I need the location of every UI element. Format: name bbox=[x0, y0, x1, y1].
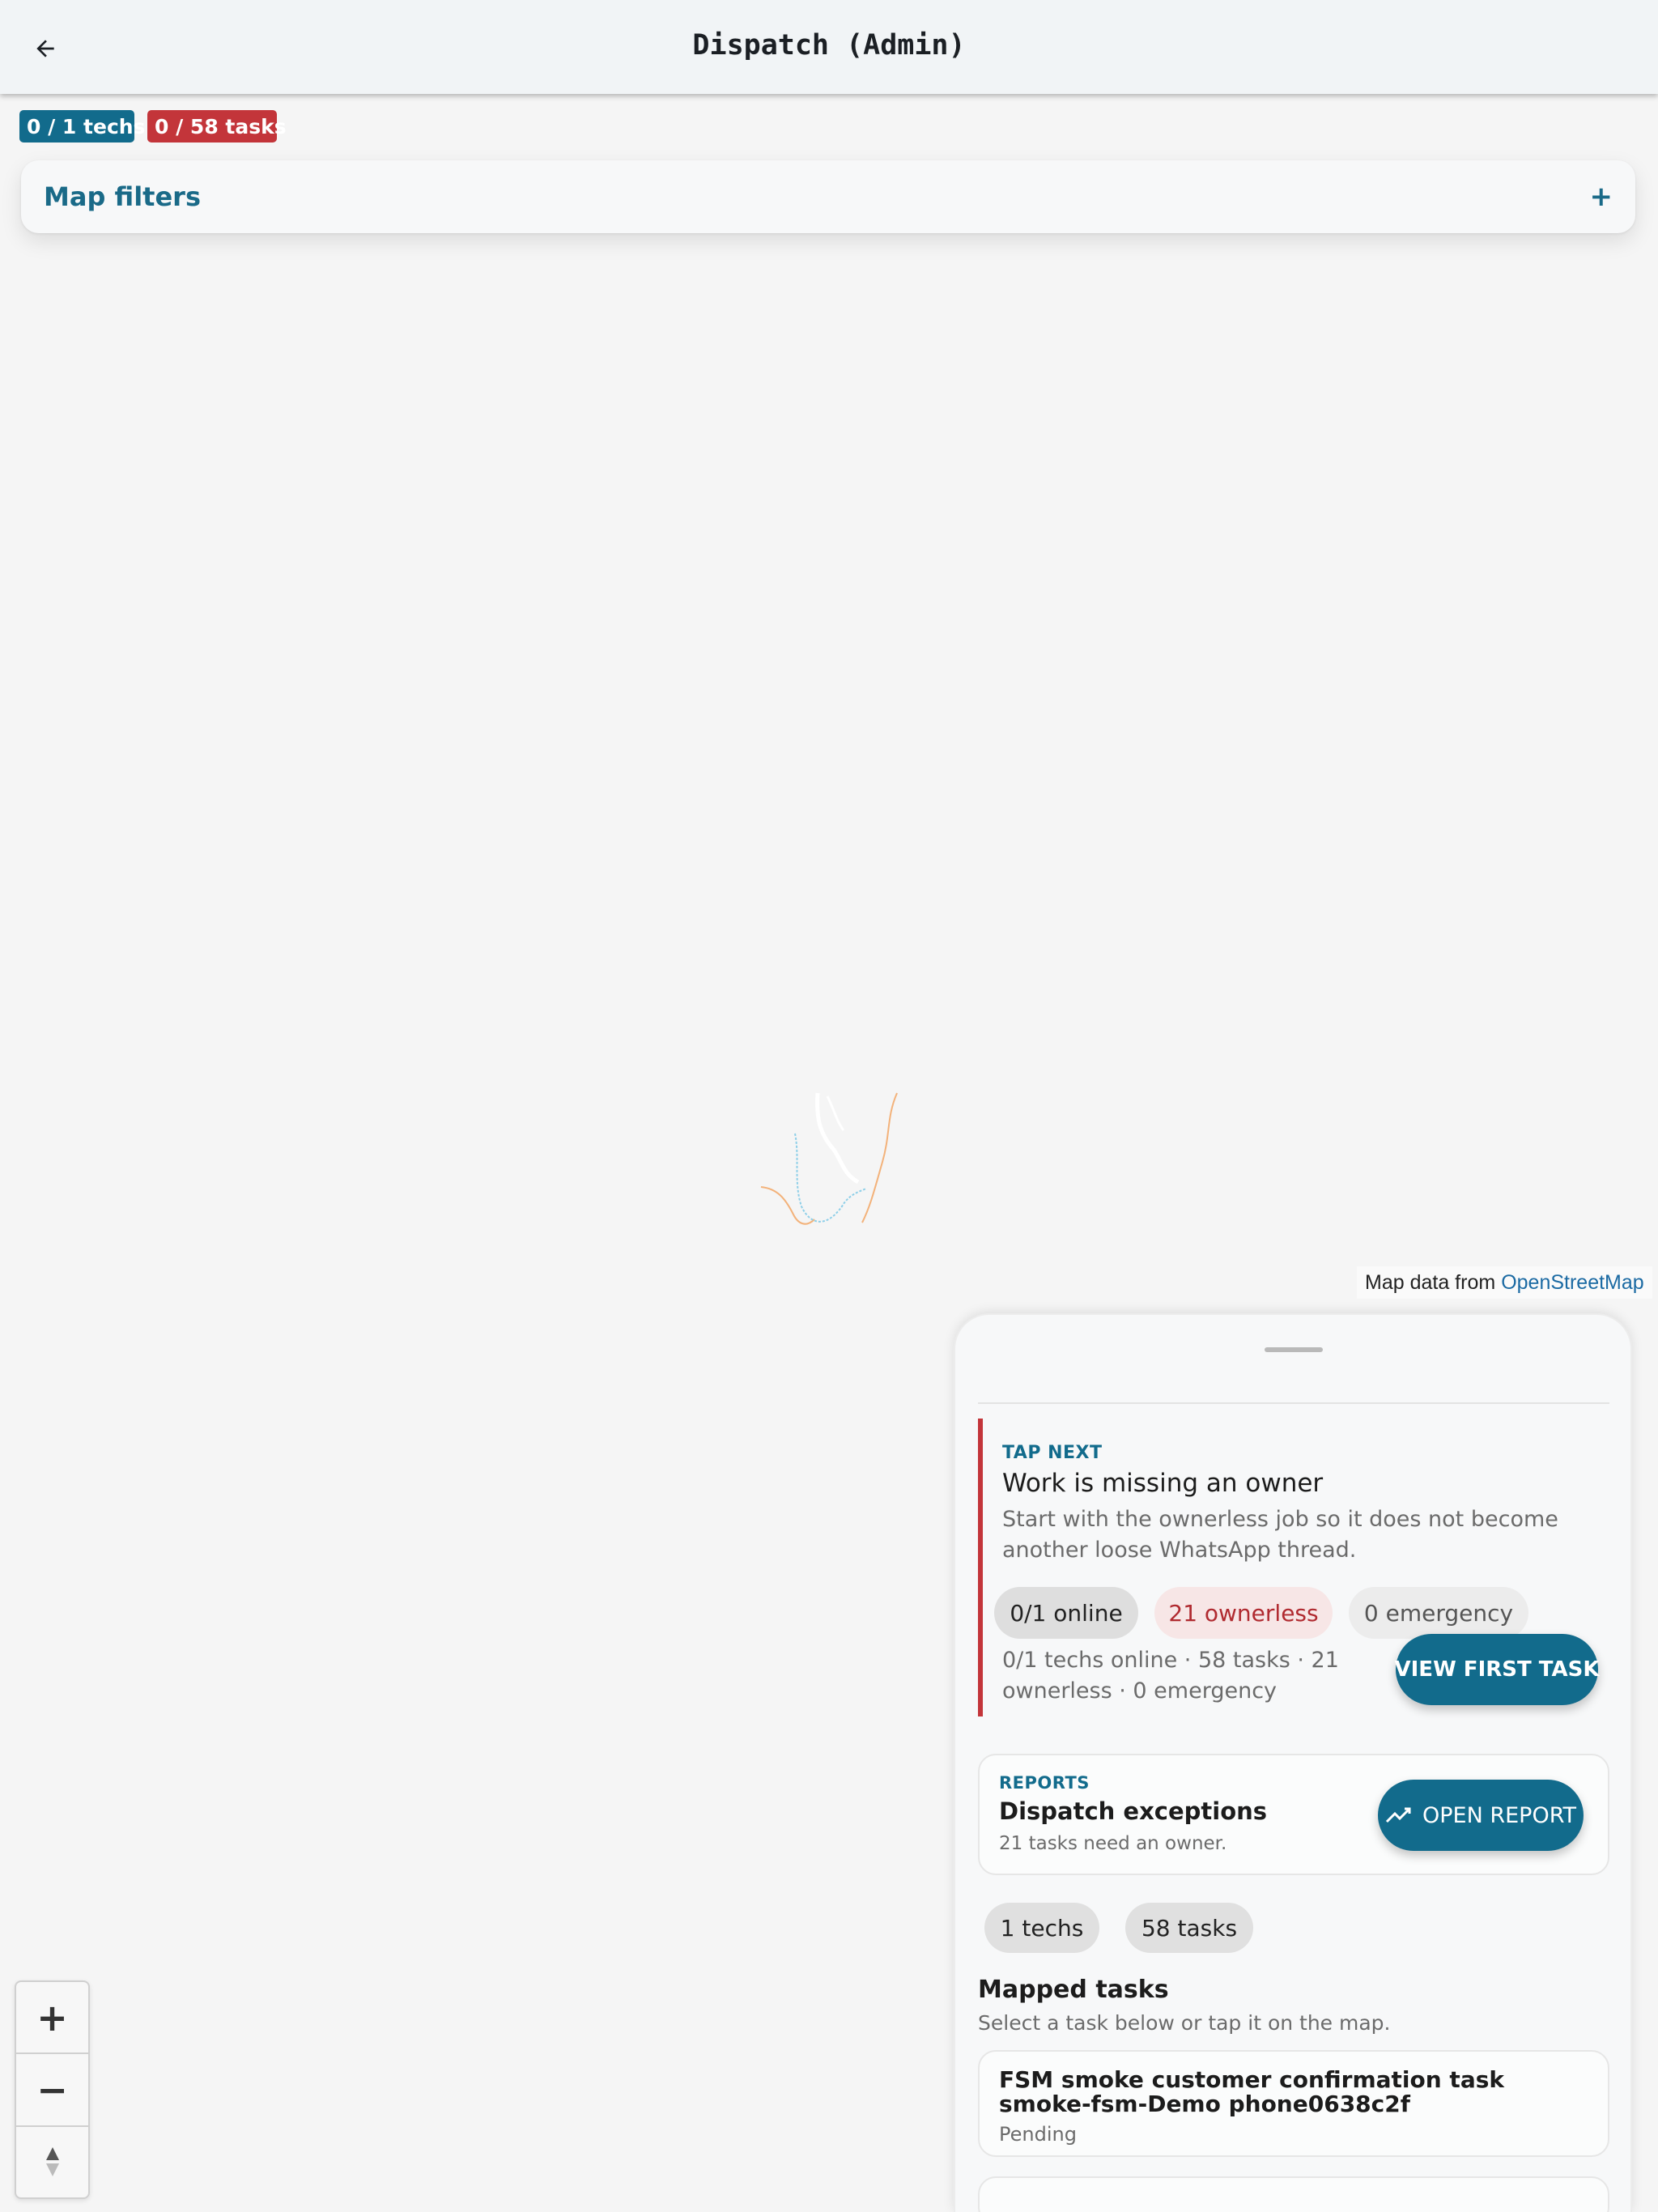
map-road-secondary bbox=[861, 1092, 898, 1223]
map-attribution: Map data from OpenStreetMap bbox=[1357, 1266, 1652, 1299]
next-eyebrow: TAP NEXT bbox=[1002, 1443, 1103, 1463]
next-summary: 0/1 techs online · 58 tasks · 21 ownerle… bbox=[1002, 1648, 1339, 1704]
ownerless-chip[interactable]: 21 ownerless bbox=[1154, 1587, 1333, 1639]
map-canvas[interactable] bbox=[753, 1085, 915, 1239]
sheet-drag-handle[interactable] bbox=[1265, 1347, 1323, 1352]
map-filters-accordion[interactable]: Map filters + bbox=[21, 160, 1635, 233]
task-list-item[interactable]: FSM smoke customer confirmation task smo… bbox=[978, 2050, 1609, 2157]
next-title: Work is missing an owner bbox=[1002, 1469, 1324, 1498]
techs-filter-chip[interactable]: 1 techs bbox=[984, 1903, 1099, 1953]
map-road-main bbox=[815, 1092, 860, 1185]
mapped-tasks-subtitle: Select a task below or tap it on the map… bbox=[978, 2011, 1391, 2035]
online-chip[interactable]: 0/1 online bbox=[994, 1587, 1138, 1639]
next-action-card: TAP NEXT Work is missing an owner Start … bbox=[978, 1419, 1609, 1716]
open-report-label: OPEN REPORT bbox=[1422, 1802, 1576, 1828]
compass-icon bbox=[45, 2147, 59, 2177]
mapped-tasks-title: Mapped tasks bbox=[978, 1976, 1169, 2004]
map-road-tertiary bbox=[760, 1186, 815, 1225]
task-title: FSM smoke customer confirmation task smo… bbox=[999, 2066, 1504, 2117]
report-eyebrow: REPORTS bbox=[999, 1773, 1090, 1793]
app-bar: Dispatch (Admin) bbox=[0, 0, 1658, 94]
reset-bearing-button[interactable] bbox=[16, 2127, 88, 2197]
page-title: Dispatch (Admin) bbox=[692, 29, 966, 62]
next-description: Start with the ownerless job so it does … bbox=[1002, 1507, 1558, 1563]
open-report-button[interactable]: OPEN REPORT bbox=[1378, 1780, 1584, 1851]
tasks-count-badge: 0 / 58 tasks bbox=[147, 110, 287, 143]
techs-count-badge: 0 / 1 techs bbox=[19, 110, 145, 143]
tasks-filter-chip[interactable]: 58 tasks bbox=[1125, 1903, 1253, 1953]
zoom-out-button[interactable]: − bbox=[16, 2054, 88, 2127]
report-card: REPORTS Dispatch exceptions 21 tasks nee… bbox=[978, 1754, 1609, 1875]
emergency-chip[interactable]: 0 emergency bbox=[1349, 1587, 1528, 1639]
attribution-prefix: Map data from bbox=[1365, 1270, 1496, 1294]
sheet-divider bbox=[978, 1402, 1609, 1404]
zoom-controls: + − bbox=[15, 1980, 90, 2199]
task-status: Pending bbox=[999, 2123, 1077, 2146]
openstreetmap-link[interactable]: OpenStreetMap bbox=[1501, 1271, 1644, 1295]
zoom-in-button[interactable]: + bbox=[16, 1982, 88, 2055]
map-road-branch bbox=[826, 1095, 845, 1131]
report-title: Dispatch exceptions bbox=[999, 1797, 1268, 1825]
trending-up-icon bbox=[1385, 1807, 1411, 1823]
task-list-item-partial[interactable] bbox=[978, 2176, 1609, 2212]
expand-plus-icon[interactable]: + bbox=[1590, 181, 1613, 213]
dispatch-bottom-sheet: TAP NEXT Work is missing an owner Start … bbox=[954, 1313, 1632, 2212]
report-subtitle: 21 tasks need an owner. bbox=[999, 1833, 1227, 1854]
view-first-task-button[interactable]: VIEW FIRST TASK bbox=[1395, 1634, 1599, 1705]
map-filters-label: Map filters bbox=[44, 181, 201, 212]
